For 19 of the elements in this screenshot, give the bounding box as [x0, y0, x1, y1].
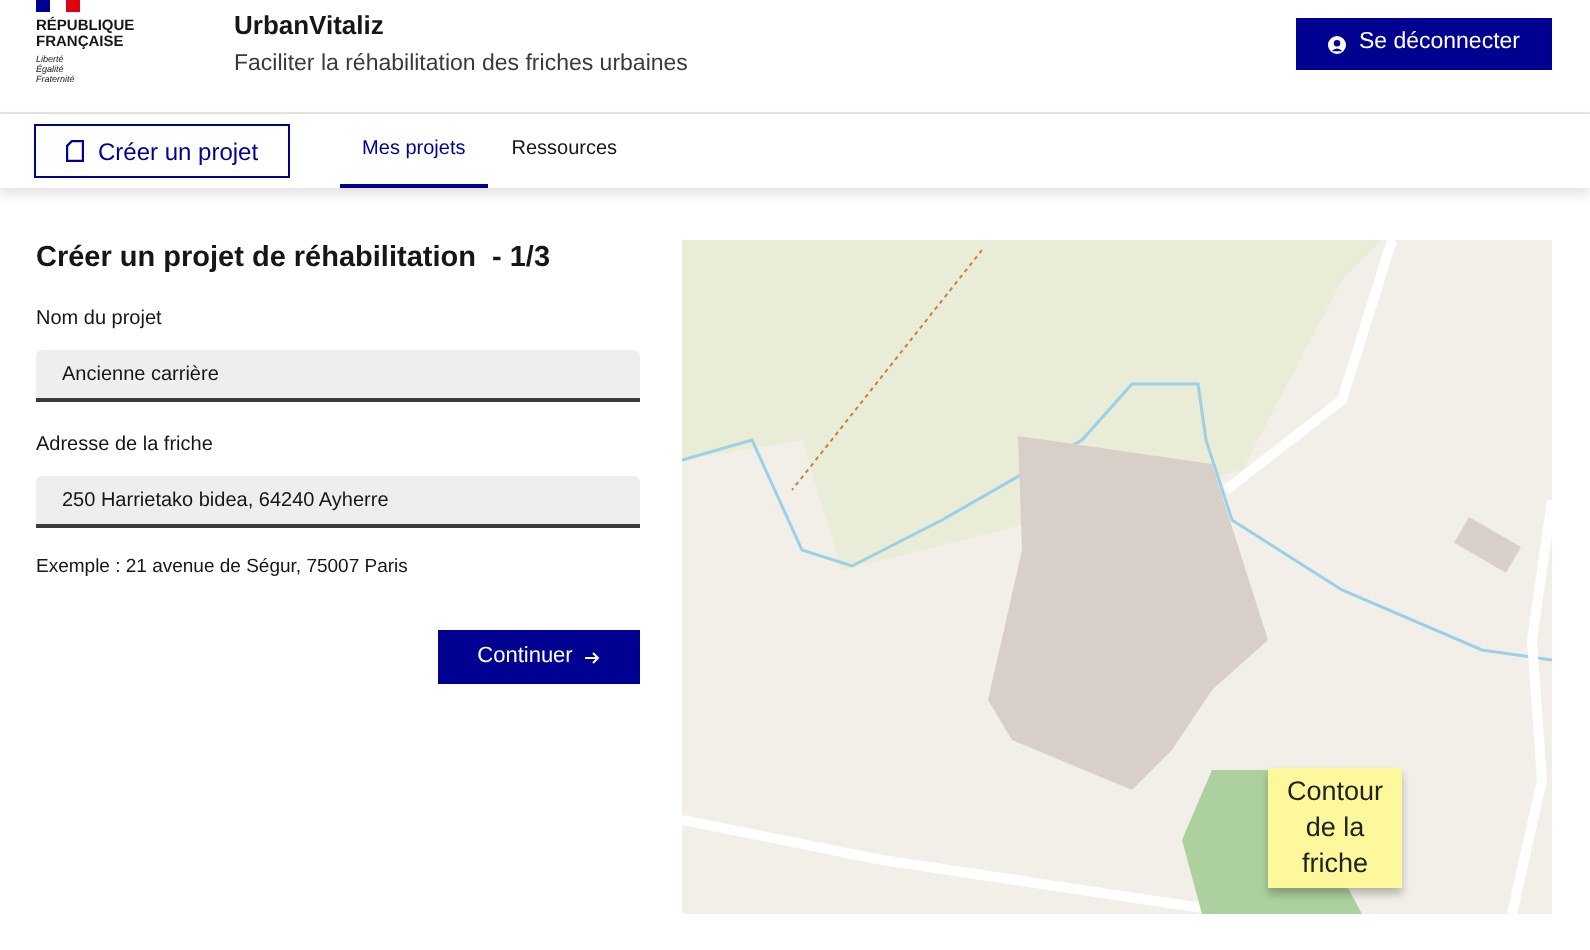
logout-button[interactable]: Se déconnecter: [1296, 18, 1552, 70]
field-label: Nom du projet: [36, 308, 164, 332]
flag-icon: [36, 0, 80, 12]
sticky-note: Contour de la friche: [1268, 768, 1402, 888]
site-tagline: Faciliter la réhabilitation des friches urbaines: [234, 50, 688, 80]
field-label: Adresse de la friche: [36, 434, 215, 458]
nav-tab[interactable]: Mes projets: [340, 114, 488, 188]
page-icon: [66, 140, 84, 162]
continue-button[interactable]: Continuer: [438, 630, 640, 684]
user-icon: [1328, 35, 1347, 53]
map[interactable]: Contour de la friche: [682, 240, 1552, 914]
address-hint: Exemple : 21 avenue de Ségur, 75007 Paris: [36, 556, 410, 580]
form-title: Créer un projet de réhabilitation - 1/3: [36, 240, 553, 276]
input-field[interactable]: 250 Harrietako bidea, 64240 Ayherre: [36, 476, 640, 528]
create-project-button[interactable]: Créer un projet: [34, 124, 291, 178]
nav-tab[interactable]: Ressources: [487, 114, 642, 188]
arrow-right-icon: [584, 649, 601, 665]
site-title: UrbanVitaliz: [234, 10, 386, 42]
input-field[interactable]: Ancienne carrière: [36, 350, 640, 402]
